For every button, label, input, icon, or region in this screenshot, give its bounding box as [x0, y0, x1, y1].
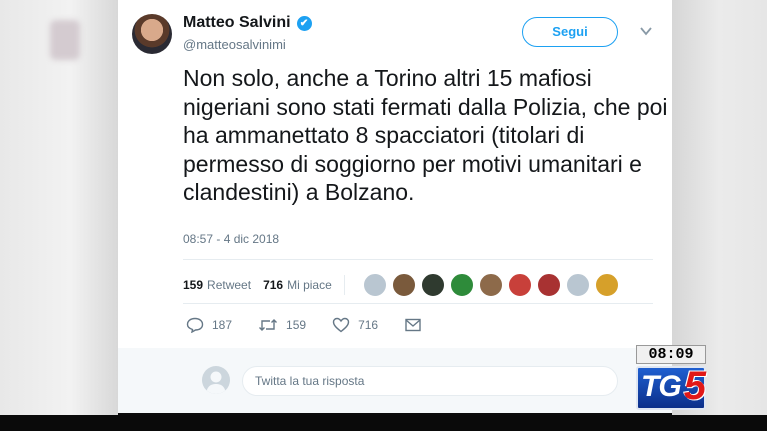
like-count: 716 — [358, 318, 379, 332]
like-action[interactable]: 716 — [332, 317, 378, 333]
action-bar: 187 159 716 — [186, 317, 448, 333]
retweet-stat[interactable]: 159 Retweet — [183, 278, 251, 292]
tweet-card: Matteo Salvini ✔ @matteosalvinimi Segui … — [118, 0, 672, 413]
follow-button[interactable]: Segui — [522, 17, 618, 47]
tg5-overlay: 08:09 TG 5 — [636, 345, 706, 410]
blurred-shape — [50, 20, 80, 60]
direct-message-action[interactable] — [404, 317, 422, 333]
author-handle[interactable]: @matteosalvinimi — [183, 37, 286, 52]
tg5-logo-letters: TG — [641, 370, 682, 403]
liker-avatar[interactable] — [565, 273, 590, 297]
tweet-timestamp[interactable]: 08:57 - 4 dic 2018 — [183, 232, 279, 246]
liker-avatar[interactable] — [362, 273, 387, 297]
retweet-stat-count: 159 — [183, 278, 204, 292]
heart-icon — [332, 317, 350, 333]
like-stat-count: 716 — [263, 278, 284, 292]
divider — [183, 259, 653, 260]
broadcast-clock: 08:09 — [636, 345, 706, 364]
liker-avatar[interactable] — [594, 273, 619, 297]
reply-count: 187 — [212, 318, 233, 332]
divider — [183, 303, 653, 304]
liker-avatar[interactable] — [420, 273, 445, 297]
liker-avatar[interactable] — [449, 273, 474, 297]
engagement-stats: 159 Retweet 716 Mi piace — [183, 273, 624, 297]
reply-input[interactable]: Twitta la tua risposta — [242, 366, 618, 396]
author-name[interactable]: Matteo Salvini — [183, 14, 291, 32]
verified-badge-icon: ✔ — [296, 15, 312, 31]
liker-avatar[interactable] — [478, 273, 503, 297]
like-stat[interactable]: 716 Mi piace — [263, 278, 332, 292]
reply-action[interactable]: 187 — [186, 317, 232, 333]
tg5-logo-number: 5 — [683, 364, 706, 408]
like-stat-label: Mi piace — [287, 278, 332, 292]
tweet-text: Non solo, anche a Torino altri 15 mafios… — [183, 65, 668, 205]
chevron-down-icon[interactable] — [639, 24, 653, 38]
author-avatar[interactable] — [132, 14, 172, 54]
retweet-action[interactable]: 159 — [258, 317, 306, 333]
retweet-stat-label: Retweet — [207, 278, 252, 292]
author-name-row: Matteo Salvini ✔ — [183, 14, 312, 32]
envelope-icon — [405, 318, 421, 332]
background-left — [0, 0, 118, 431]
user-avatar-icon — [202, 366, 230, 394]
retweet-icon — [259, 319, 278, 331]
liker-avatar[interactable] — [391, 273, 416, 297]
liker-avatars — [362, 273, 624, 297]
tg5-logo: TG 5 — [636, 364, 706, 410]
stat-separator — [343, 275, 345, 295]
reply-icon — [186, 317, 204, 333]
liker-avatar[interactable] — [536, 273, 561, 297]
reply-composer: Twitta la tua risposta — [118, 348, 672, 413]
retweet-count: 159 — [286, 318, 307, 332]
liker-avatar[interactable] — [507, 273, 532, 297]
bottom-black-bar — [0, 415, 767, 431]
